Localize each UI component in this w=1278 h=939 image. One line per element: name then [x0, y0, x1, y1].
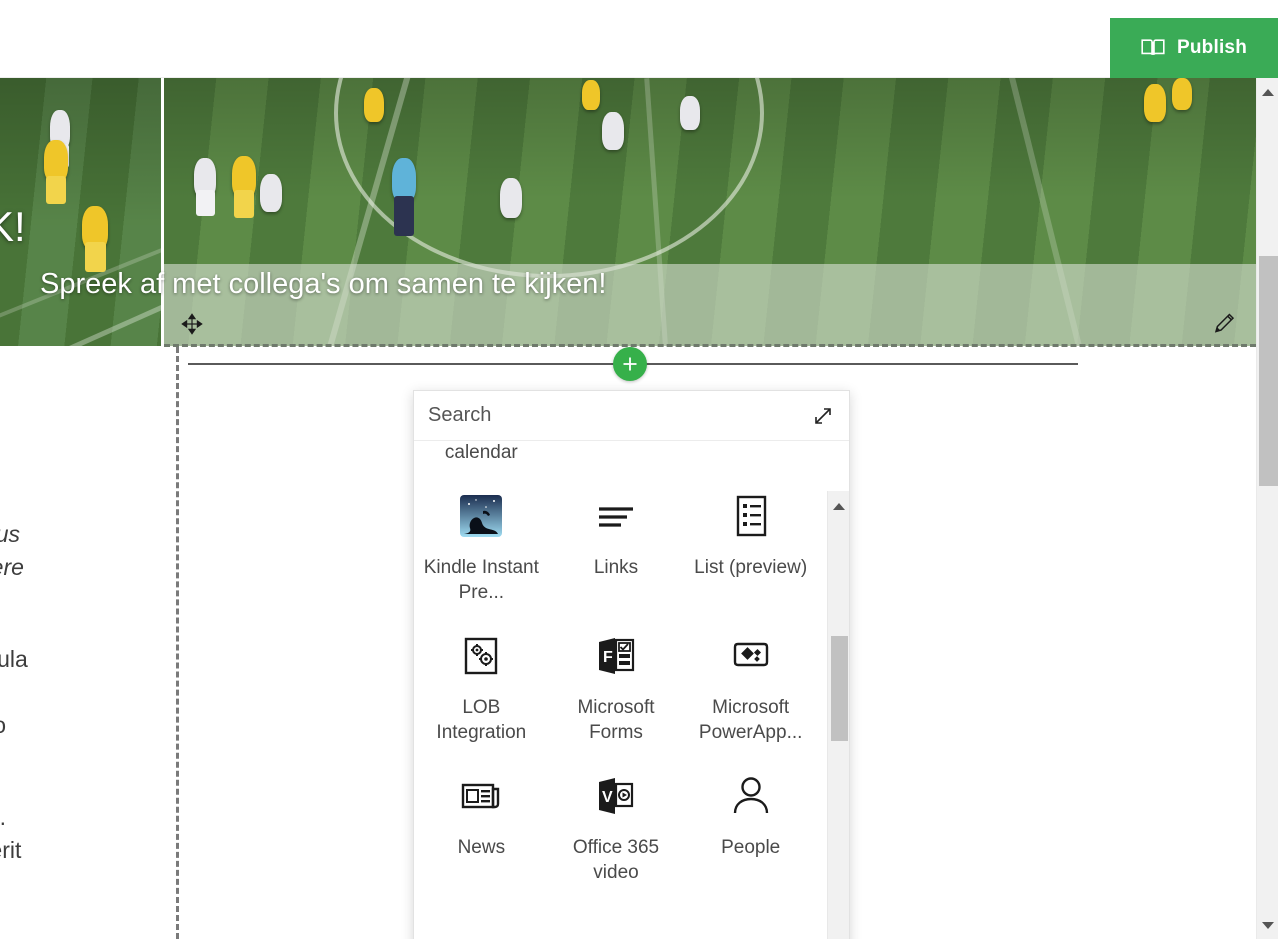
referee-figure	[394, 196, 414, 236]
publish-button[interactable]: Publish	[1110, 18, 1278, 78]
text-line: nar urna ligula	[0, 646, 28, 672]
links-icon	[591, 489, 641, 543]
webpart-search-row	[414, 391, 849, 441]
lob-integration-icon	[456, 629, 506, 683]
move-arrows-icon[interactable]	[178, 310, 206, 338]
pencil-icon[interactable]	[1210, 308, 1240, 338]
body-text-column: lum eu metus rta, a posuere t odio. Cras…	[0, 518, 176, 893]
page-root: Publish K! Spreek af met collega's om sa…	[0, 0, 1278, 939]
player-figure	[46, 176, 66, 204]
office365-video-icon: V	[591, 769, 641, 823]
webpart-item-group-calendar[interactable]: Group calendar	[414, 441, 549, 475]
page-canvas: K! Spreek af met collega's om samen te k…	[0, 78, 1256, 939]
svg-text:V: V	[602, 789, 613, 806]
command-bar: Publish	[0, 0, 1278, 78]
webpart-item-links[interactable]: Links	[549, 475, 684, 615]
hero-title-fragment: K!	[0, 203, 26, 250]
hero-caption-text: Spreek af met collega's om samen te kijk…	[40, 268, 607, 300]
player-figure	[364, 88, 384, 122]
add-webpart-button[interactable]	[613, 347, 647, 381]
flyout-scrollbar-thumb[interactable]	[831, 636, 848, 741]
player-figure	[680, 96, 700, 130]
text-line: s pulvinar a.	[0, 804, 7, 830]
microsoft-forms-icon: F	[591, 629, 641, 683]
webpart-item-list-preview[interactable]: List (preview)	[683, 475, 818, 615]
webpart-item-kindle[interactable]: Kindle Instant Pre...	[414, 475, 549, 615]
webpart-item-office365-video[interactable]: V Office 365 video	[549, 755, 684, 895]
webpart-picker-flyout: Group calendar Hero Image gallery	[413, 390, 850, 939]
flyout-scrollbar[interactable]	[827, 491, 849, 939]
microsoft-powerapps-icon	[726, 629, 776, 683]
webpart-item-lob-integration[interactable]: LOB Integration	[414, 615, 549, 755]
news-icon	[456, 769, 506, 823]
webpart-label: Links	[593, 557, 639, 578]
webpart-grid-area: Group calendar Hero Image gallery	[414, 441, 849, 939]
text-line: Fusce	[0, 676, 176, 709]
player-figure	[582, 80, 600, 110]
webpart-label: Kindle Instant Pre...	[423, 557, 539, 603]
player-figure	[1144, 84, 1166, 122]
webpart-label: News	[457, 837, 506, 858]
webpart-label: Group calendar	[444, 442, 518, 463]
people-icon	[726, 769, 776, 823]
hero-webpart[interactable]: K! Spreek af met collega's om samen te k…	[0, 78, 1256, 346]
webpart-label: Office 365 video	[572, 837, 660, 883]
webpart-item-image-gallery[interactable]: Image gallery	[683, 441, 818, 475]
paragraph: hendrerit s pulvinar a. cus, hendrerit	[0, 768, 176, 867]
kindle-icon	[456, 489, 506, 543]
player-figure	[234, 190, 254, 218]
text-line: rta, a posuere	[0, 554, 24, 580]
player-figure	[260, 174, 282, 212]
section-dashed-top-border	[164, 344, 1256, 347]
plus-icon	[623, 357, 637, 371]
webpart-item-microsoft-powerapps[interactable]: Microsoft PowerApp...	[683, 615, 818, 755]
webpart-label: List (preview)	[694, 557, 808, 578]
book-open-icon	[1141, 38, 1165, 58]
page-scrollbar-thumb[interactable]	[1259, 256, 1278, 486]
paragraph: lum eu metus rta, a posuere	[0, 518, 176, 584]
webpart-label: Microsoft PowerApp...	[698, 697, 803, 743]
hero-controls	[164, 304, 1256, 346]
player-figure	[602, 112, 624, 150]
webpart-item-news[interactable]: News	[414, 755, 549, 895]
add-section-row	[188, 347, 1078, 381]
triangle-down-icon[interactable]	[1257, 914, 1278, 936]
text-line: t odio. Cras	[0, 610, 176, 643]
webpart-grid: Group calendar Hero Image gallery	[414, 441, 818, 895]
triangle-up-icon[interactable]	[828, 495, 849, 517]
webpart-item-hero[interactable]: Hero	[549, 441, 684, 475]
section-dashed-left-border	[176, 347, 179, 939]
webpart-label: LOB Integration	[436, 697, 527, 743]
search-input[interactable]	[428, 404, 807, 427]
publish-label: Publish	[1176, 37, 1247, 58]
webpart-item-people[interactable]: People	[683, 755, 818, 895]
expand-diagonal-icon[interactable]	[807, 400, 839, 432]
player-figure	[196, 190, 215, 216]
hero-tile-left[interactable]: K!	[0, 78, 161, 346]
text-line: nenatis odio	[0, 709, 176, 742]
list-icon	[726, 489, 776, 543]
triangle-up-icon[interactable]	[1257, 81, 1278, 103]
text-line: cus, hendrerit	[0, 837, 22, 863]
text-line: lum eu metus	[0, 521, 21, 547]
webpart-item-microsoft-forms[interactable]: F Microsoft Forms	[549, 615, 684, 755]
text-line: hendrerit	[0, 768, 176, 801]
player-figure	[500, 178, 522, 218]
webpart-label: Microsoft Forms	[577, 697, 655, 743]
paragraph: t odio. Cras nar urna ligula Fusce nenat…	[0, 610, 176, 742]
page-scrollbar[interactable]	[1256, 78, 1278, 939]
player-figure	[1172, 78, 1192, 110]
svg-text:F: F	[603, 649, 613, 666]
webpart-label: People	[721, 837, 781, 858]
